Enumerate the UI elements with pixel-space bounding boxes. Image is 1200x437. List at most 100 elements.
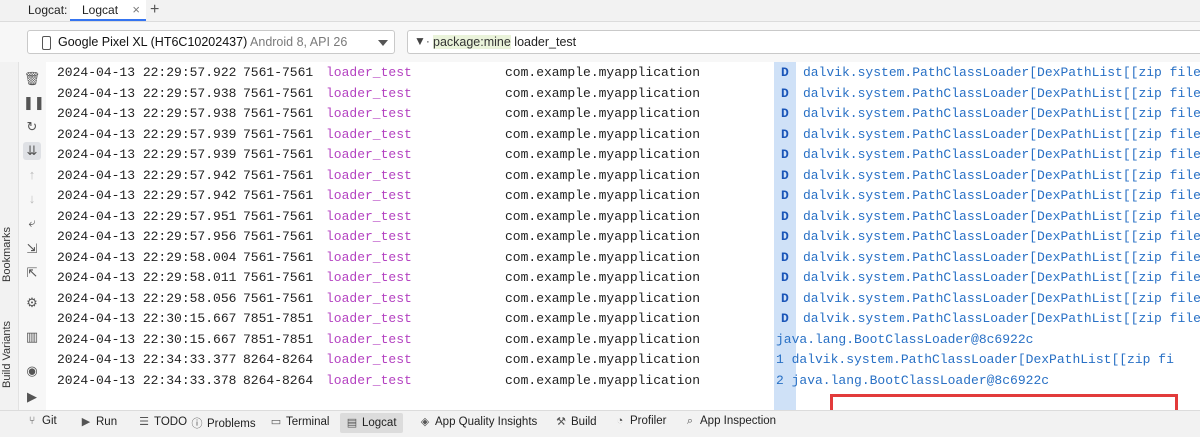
bookmarks-tab[interactable]: Bookmarks [1,227,13,282]
add-tab-icon[interactable]: + [150,1,159,19]
pause-icon[interactable]: ❚❚ [23,94,45,112]
log-pid: 8264-8264 [243,372,314,388]
tool-tab-label: App Quality Insights [435,416,538,428]
log-level: D [781,208,789,224]
log-message: dalvik.system.PathClassLoader[DexPathLis… [803,65,1200,80]
log-timestamp: 2024-04-13 22:29:57.939 [57,126,237,142]
log-row[interactable]: 2024-04-13 22:29:57.942 7561-7561 loader_t… [46,185,1200,205]
log-row[interactable]: 2024-04-13 22:29:57.938 7561-7561 loader_t… [46,103,1200,123]
tool-tab-app-inspection[interactable]: ⌕ App Inspection [684,415,776,433]
tool-window-tabbar: Logcat: Logcat × + [0,0,1200,22]
log-row[interactable]: 2024-04-13 22:30:15.667 7851-7851 loader_t… [46,308,1200,328]
log-row[interactable]: 2024-04-13 22:29:57.956 7561-7561 loader_t… [46,226,1200,246]
log-tag: loader_test [326,270,412,285]
log-message: dalvik.system.PathClassLoader[DexPathLis… [803,311,1200,326]
log-message: dalvik.system.PathClassLoader[DexPathLis… [803,126,1200,142]
log-timestamp: 2024-04-13 22:29:58.004 [57,249,237,265]
log-timestamp: 2024-04-13 22:29:57.938 [57,85,237,101]
scroll-to-end-icon[interactable]: ⇊ [23,142,41,160]
log-row[interactable]: 2024-04-13 22:29:58.056 7561-7561 loader_t… [46,288,1200,308]
log-pid: 8264-8264 [243,352,314,367]
close-tab-icon[interactable]: × [132,2,140,17]
log-tag: loader_test [326,372,412,388]
log-row[interactable]: 2024-04-13 22:34:33.378 8264-8264 loader_t… [46,370,1200,390]
export-icon[interactable]: ⇱ [23,264,41,282]
phone-icon [42,36,51,50]
arrow-down-icon[interactable]: ↓ [23,190,41,208]
log-row[interactable]: 2024-04-13 22:34:33.377 8264-8264 loader_t… [46,349,1200,369]
soft-wrap-icon[interactable]: ⤶ [23,214,41,232]
problems-icon: ⓘ [191,418,203,430]
device-selector[interactable]: Google Pixel XL (HT6C10202437) Android 8… [27,30,395,54]
log-timestamp: 2024-04-13 22:29:57.939 [57,147,237,162]
camera-icon[interactable]: ◉ [23,362,41,380]
log-level: D [781,290,789,306]
split-view-icon[interactable]: ▥ [23,328,41,346]
highlight-box [830,394,1178,410]
log-row[interactable]: 2024-04-13 22:29:57.951 7561-7561 loader_t… [46,206,1200,226]
log-tag: loader_test [326,352,412,367]
log-package: com.example.myapplication [505,147,701,162]
log-timestamp: 2024-04-13 22:34:33.378 [57,372,237,388]
trash-icon[interactable]: 🗑 [23,70,41,88]
import-icon[interactable]: ⇲ [23,240,41,258]
log-tag: loader_test [326,147,412,162]
log-package: com.example.myapplication [505,208,701,224]
restart-icon[interactable]: ↻ [23,118,41,136]
logcat-filter-input[interactable]: ▼· package:mine loader_test [407,30,1200,54]
log-tag: loader_test [326,290,412,306]
logcat-output[interactable]: 2024-04-13 22:29:57.922 7561-7561 loader_t… [46,62,1200,410]
tool-tab-terminal[interactable]: ▭ Terminal [270,415,330,433]
log-row[interactable]: 2024-04-13 22:30:15.667 7851-7851 loader_t… [46,329,1200,349]
tool-tab-label: Problems [207,418,256,430]
tool-tab-app-quality-insights[interactable]: ◈ App Quality Insights [419,415,538,433]
log-package: com.example.myapplication [505,311,701,326]
log-row[interactable]: 2024-04-13 22:29:57.938 7561-7561 loader_t… [46,83,1200,103]
log-row[interactable]: 2024-04-13 22:29:57.939 7561-7561 loader_t… [46,124,1200,144]
tool-tab-run[interactable]: ▶ Run [80,415,117,433]
log-tag: loader_test [326,85,412,101]
log-tag: loader_test [326,208,412,224]
tool-tab-label: Logcat [362,417,397,429]
log-message: dalvik.system.PathClassLoader[DexPathLis… [803,270,1200,285]
log-package: com.example.myapplication [505,85,701,101]
log-level: D [781,126,789,142]
log-row[interactable]: 2024-04-13 22:29:58.004 7561-7561 loader_t… [46,247,1200,267]
log-pid: 7561-7561 [243,188,314,203]
git-branch-icon: ⑂ [28,415,36,427]
tool-tab-profiler[interactable]: ◔ Profiler [614,415,667,433]
log-row[interactable]: 2024-04-13 22:29:57.922 7561-7561 loader_t… [46,62,1200,82]
settings-sliders-icon[interactable]: ⚙ [23,294,41,312]
log-row[interactable]: 2024-04-13 22:29:58.011 7561-7561 loader_t… [46,267,1200,287]
log-package: com.example.myapplication [505,331,701,347]
app-inspection-icon: ⌕ [686,415,694,427]
log-level: D [781,270,789,285]
bottom-tool-bar: ⑂ Git ▶ Run ☰ TODO ⓘ Problems ▭ Terminal ▤ Logcat ◈ A… [0,410,1200,437]
device-api: Android 8, API 26 [250,35,348,49]
log-message: dalvik.system.PathClassLoader[DexPathLis… [803,290,1200,306]
log-timestamp: 2024-04-13 22:29:57.922 [57,65,237,80]
tool-tab-problems[interactable]: ⓘ Problems [191,415,256,433]
tab-logcat[interactable]: Logcat × [70,0,146,21]
log-pid: 7561-7561 [243,65,314,80]
log-row[interactable]: 2024-04-13 22:29:57.939 7561-7561 loader_t… [46,144,1200,164]
log-timestamp: 2024-04-13 22:29:58.011 [57,270,237,285]
log-pid: 7561-7561 [243,249,314,265]
tool-tab-logcat[interactable]: ▤ Logcat [340,413,403,433]
build-variants-tab[interactable]: Build Variants [1,321,13,388]
arrow-up-icon[interactable]: ↑ [23,166,41,184]
log-message: dalvik.system.PathClassLoader[DexPathLis… [803,208,1200,224]
tool-tab-build[interactable]: ⚒ Build [555,415,597,433]
filter-icon[interactable]: ▼· [414,34,430,48]
log-timestamp: 2024-04-13 22:29:58.056 [57,290,237,306]
tool-tab-git[interactable]: ⑂ Git [26,415,57,433]
log-pid: 7561-7561 [243,270,314,285]
log-level: D [781,229,789,244]
log-package: com.example.myapplication [505,167,701,183]
log-row[interactable]: 2024-04-13 22:29:57.942 7561-7561 loader_t… [46,165,1200,185]
log-tag: loader_test [326,331,412,347]
log-package: com.example.myapplication [505,270,701,285]
tool-tab-todo[interactable]: ☰ TODO [138,415,187,433]
chevron-down-icon[interactable] [378,40,388,46]
video-icon[interactable]: ▶ [23,388,41,406]
